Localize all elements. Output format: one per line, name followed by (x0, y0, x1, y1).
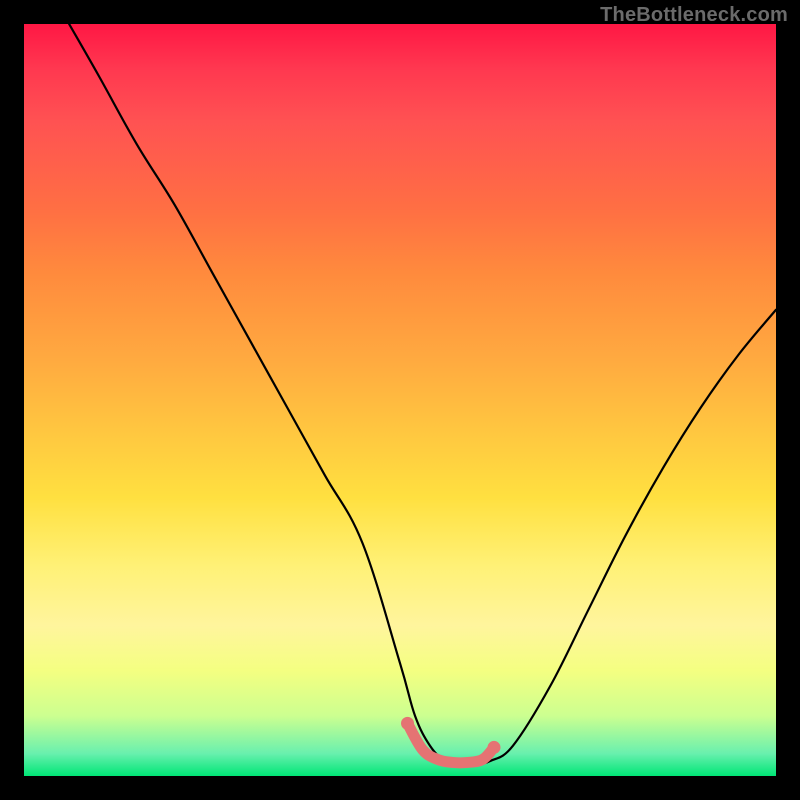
optimal-range-end-dot (488, 741, 501, 754)
bottleneck-curve-line (69, 24, 776, 765)
optimal-range-start-dot (401, 717, 414, 730)
watermark-label: TheBottleneck.com (600, 4, 788, 27)
chart-plot-area (24, 24, 776, 776)
chart-svg (24, 24, 776, 776)
chart-frame: TheBottleneck.com (0, 0, 800, 800)
